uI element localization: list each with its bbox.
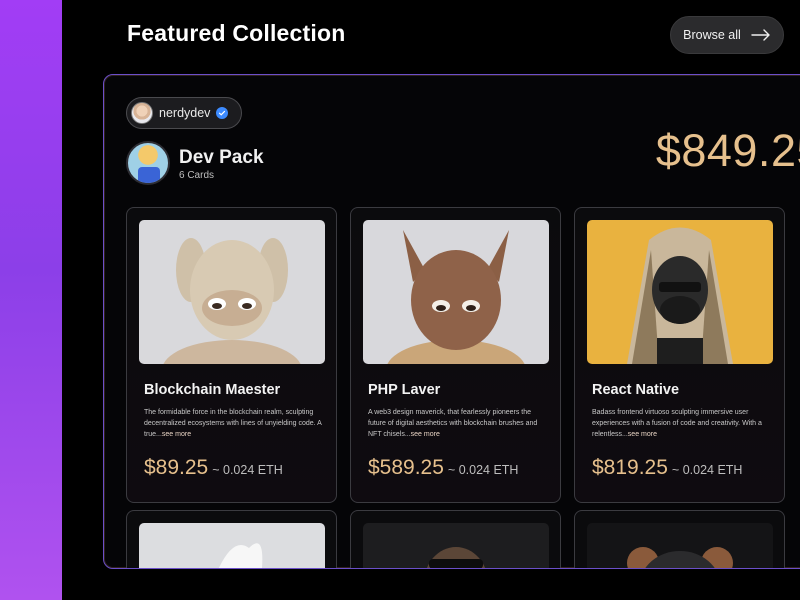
pack-title: Dev Pack [179,147,264,168]
card-image [139,220,325,364]
card-php-laver[interactable]: PHP Laver A web3 design maverick, that f… [350,207,561,503]
card-title: PHP Laver [368,382,441,398]
card-image [587,220,773,364]
eth-price: ~ 0.024 ETH [447,463,519,477]
avatar [131,102,153,124]
user-chip[interactable]: nerdydev [126,97,242,129]
card-price: $89.25 ~ 0.024 ETH [144,456,283,479]
card-description: The formidable force in the blockchain r… [144,409,322,438]
card-price: $819.25 ~ 0.024 ETH [592,456,743,479]
card-title: Blockchain Maester [144,382,281,398]
card-image [363,523,549,568]
card-blockchain-maester[interactable]: Blockchain Maester The formidable force … [126,207,337,503]
card-grid: Blockchain Maester The formidable force … [126,207,800,568]
card-image [363,220,549,364]
card-description: Badass frontend virtuoso sculpting immer… [592,409,762,438]
pack-avatar [126,141,170,185]
eth-price: ~ 0.024 ETH [212,463,283,477]
browse-all-label: Browse all [683,28,741,42]
card-row2-2[interactable] [350,510,561,568]
pack-price: $849.25 [655,125,800,176]
card-row2-1[interactable] [126,510,337,568]
card-react-native[interactable]: React Native Badass frontend virtuoso sc… [574,207,785,503]
eth-price: ~ 0.024 ETH [671,463,743,477]
card-title: React Native [592,382,680,398]
see-more-link[interactable]: see more [162,431,191,438]
pack-card-count: 6 Cards [179,170,215,181]
main-area: Featured Collection Browse all nerdydev … [62,0,800,600]
featured-collection-panel: nerdydev Dev Pack 6 Cards $849.25 [103,74,800,569]
card-image [587,523,773,568]
username: nerdydev [159,106,211,120]
page-title: Featured Collection [127,20,346,46]
card-price: $589.25 ~ 0.024 ETH [368,456,519,479]
side-gradient-band [0,0,62,600]
see-more-link[interactable]: see more [411,431,440,438]
card-description: A web3 design maverick, that fearlessly … [368,409,538,438]
arrow-right-icon [751,29,770,41]
card-image [139,523,325,568]
see-more-link[interactable]: see more [628,431,657,438]
browse-all-button[interactable]: Browse all [670,16,784,54]
verified-badge-icon [216,107,229,119]
card-row2-3[interactable] [574,510,785,568]
